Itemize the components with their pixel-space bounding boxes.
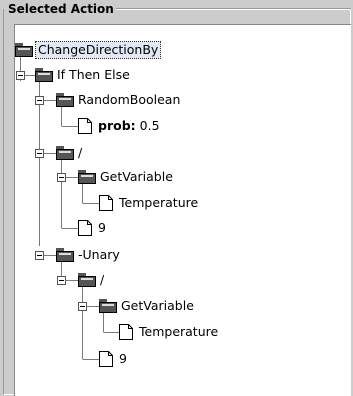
property-value: 0.5 (139, 118, 160, 133)
node-label: 9 (98, 220, 106, 235)
collapse-toggle-icon[interactable] (57, 173, 66, 182)
node-label: ChangeDirectionBy (35, 41, 162, 59)
node-label: If Then Else (57, 67, 130, 82)
folder-icon (15, 43, 33, 57)
folder-icon (56, 146, 74, 160)
property-key: prob: (98, 118, 136, 133)
node-label: prob: 0.5 (98, 116, 160, 136)
node-label: -Unary (78, 247, 120, 262)
document-icon (78, 220, 92, 236)
node-label: 9 (119, 351, 127, 366)
collapse-toggle-icon[interactable] (35, 251, 44, 260)
node-label: GetVariable (100, 169, 173, 184)
node-label: / (78, 145, 83, 160)
action-tree[interactable]: ChangeDirectionBy If Then Else RandomBoo… (14, 24, 351, 396)
node-label: Temperature (119, 195, 199, 210)
folder-icon (99, 299, 117, 313)
document-icon (99, 195, 113, 211)
document-icon (78, 118, 92, 134)
node-label: GetVariable (121, 298, 194, 313)
node-label: Temperature (139, 324, 219, 339)
folder-icon (78, 273, 96, 287)
folder-icon (35, 68, 53, 82)
group-title: Selected Action (6, 0, 116, 18)
collapse-toggle-icon[interactable] (35, 149, 44, 158)
node-label: RandomBoolean (78, 92, 181, 107)
node-label: / (100, 272, 105, 287)
collapse-toggle-icon[interactable] (57, 276, 66, 285)
document-icon (99, 351, 113, 367)
folder-icon (56, 248, 74, 262)
collapse-toggle-icon[interactable] (35, 96, 44, 105)
document-icon (119, 324, 133, 340)
collapse-toggle-icon[interactable] (16, 71, 25, 80)
folder-icon (56, 93, 74, 107)
folder-icon (78, 170, 96, 184)
collapse-toggle-icon[interactable] (78, 302, 87, 311)
